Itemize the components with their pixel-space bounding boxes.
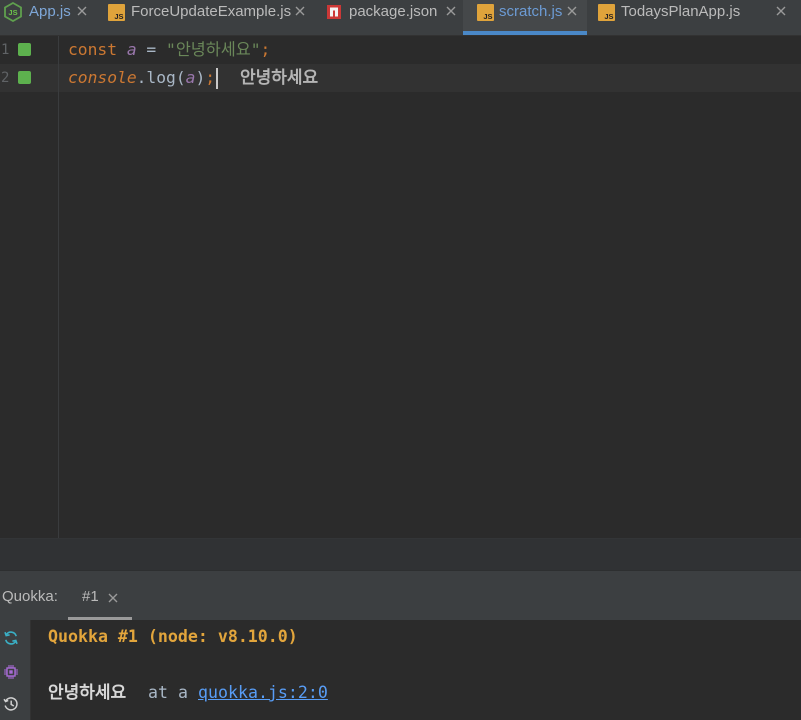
editor-tab-scratch-js[interactable]: JS scratch.js [463,0,587,35]
editor-tab-package-json[interactable]: package.json [317,0,463,35]
icon-lettering: JS [114,12,123,21]
global-object-token: console [68,68,137,87]
text-caret [216,68,218,89]
semicolon-token: ; [260,40,271,59]
editor-tab-app-js[interactable]: JS App.js [0,0,99,35]
close-icon[interactable] [108,593,118,603]
source-location-link[interactable]: quokka.js:2:0 [198,683,328,703]
line-number: 2 [1,70,10,86]
session-tab-label: #1 [82,588,99,605]
tab-label: scratch.js [499,3,563,20]
js-file-icon: JS [598,4,615,21]
line-number: 1 [1,42,10,58]
icon-lettering: JS [483,12,492,21]
quokka-tool-window-header: Quokka: #1 [0,570,801,620]
variable-token: a [126,40,137,59]
coverage-marker [18,71,31,84]
quokka-output-panel[interactable]: Quokka #1 (node: v8.10.0) 안녕하세요 at a quo… [31,620,801,720]
tab-label: TodaysPlanApp.js [621,3,741,20]
code-editor[interactable]: 1 const a = "안녕하세요"; 2 console.log(a); 안녕하세… [0,36,801,538]
code-text: const a = "안녕하세요"; [68,36,270,64]
paren-token: ) [195,68,206,87]
nodejs-icon: JS [4,2,22,22]
log-location-prefix: at a [148,683,188,702]
close-icon[interactable] [446,6,456,16]
method-call-token: .log( [136,68,186,87]
log-value: 안녕하세요 [48,683,127,703]
tab-label: package.json [349,3,438,20]
close-icon[interactable] [295,6,305,16]
sync-icon[interactable] [3,630,19,646]
js-file-icon: JS [477,4,494,21]
quokka-toolbar [0,620,31,720]
editor-tab-todays-plan-app-js[interactable]: JS TodaysPlanApp.js [587,0,801,35]
variable-token: a [185,68,196,87]
inline-result-value: 안녕하세요 [240,68,319,88]
active-tab-indicator [463,31,587,35]
cpu-chip-icon[interactable] [3,664,19,680]
code-line: 1 const a = "안녕하세요"; [0,36,801,64]
semicolon-token: ; [205,68,216,87]
editor-bottom-strip [0,538,801,570]
history-icon[interactable] [3,696,19,712]
close-icon[interactable] [776,6,786,16]
quokka-session-tab[interactable]: #1 [68,571,132,620]
close-icon[interactable] [77,6,87,16]
icon-lettering: JS [604,12,613,21]
tab-label: ForceUpdateExample.js [131,3,292,20]
gutter-divider [58,36,59,538]
session-header-text: Quokka #1 (node: v8.10.0) [48,627,298,646]
coverage-marker [18,43,31,56]
tool-window-title: Quokka: [2,588,58,605]
string-token: "안녕하세요" [166,40,261,59]
code-line: 2 console.log(a); [0,64,801,92]
editor-tab-force-update-example-js[interactable]: JS ForceUpdateExample.js [99,0,317,35]
operator-token: = [146,40,157,59]
keyword-token: const [68,40,118,59]
close-icon[interactable] [567,6,577,16]
icon-lettering: JS [8,8,17,17]
code-text: console.log(a); [68,64,215,92]
tab-label: App.js [29,3,71,20]
editor-tab-bar: JS App.js JS ForceUpdateExample.js packa… [0,0,801,36]
npm-package-icon [327,5,341,19]
js-file-icon: JS [108,4,125,21]
